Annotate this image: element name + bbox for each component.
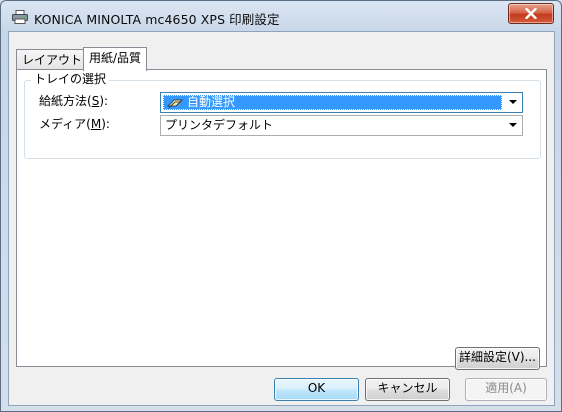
- chevron-down-icon[interactable]: [509, 123, 517, 127]
- media-value: プリンタデフォルト: [165, 118, 274, 132]
- close-button[interactable]: [508, 3, 554, 24]
- advanced-settings-button[interactable]: 詳細設定(V)...: [455, 347, 540, 370]
- dialog-client: レイアウト 用紙/品質 トレイの選択 給紙方法(S): 自動選択 メディア(M)…: [8, 31, 555, 406]
- tab-paper-quality[interactable]: 用紙/品質: [83, 47, 148, 71]
- media-label: メディア(M):: [39, 117, 110, 131]
- paper-source-selected: 自動選択: [163, 95, 502, 110]
- media-select[interactable]: プリンタデフォルト: [160, 115, 523, 136]
- apply-button[interactable]: 適用(A): [465, 378, 547, 401]
- paper-source-select[interactable]: 自動選択: [160, 92, 523, 113]
- cancel-button[interactable]: キャンセル: [365, 378, 450, 401]
- ok-button[interactable]: OK: [274, 378, 359, 401]
- paper-source-value: 自動選択: [187, 95, 236, 109]
- close-icon: [525, 8, 537, 19]
- printer-tray-icon: [167, 99, 183, 108]
- title-bar[interactable]: KONICA MINOLTA mc4650 XPS 印刷設定: [1, 1, 561, 31]
- tray-selection-title: トレイの選択: [31, 72, 110, 87]
- window-title: KONICA MINOLTA mc4650 XPS 印刷設定: [34, 12, 280, 27]
- tab-layout[interactable]: レイアウト: [16, 49, 89, 70]
- paper-source-label: 給紙方法(S):: [39, 94, 109, 108]
- printer-icon: [12, 10, 28, 24]
- dialog-window: KONICA MINOLTA mc4650 XPS 印刷設定 レイアウト 用紙/…: [0, 0, 562, 412]
- chevron-down-icon[interactable]: [509, 100, 517, 104]
